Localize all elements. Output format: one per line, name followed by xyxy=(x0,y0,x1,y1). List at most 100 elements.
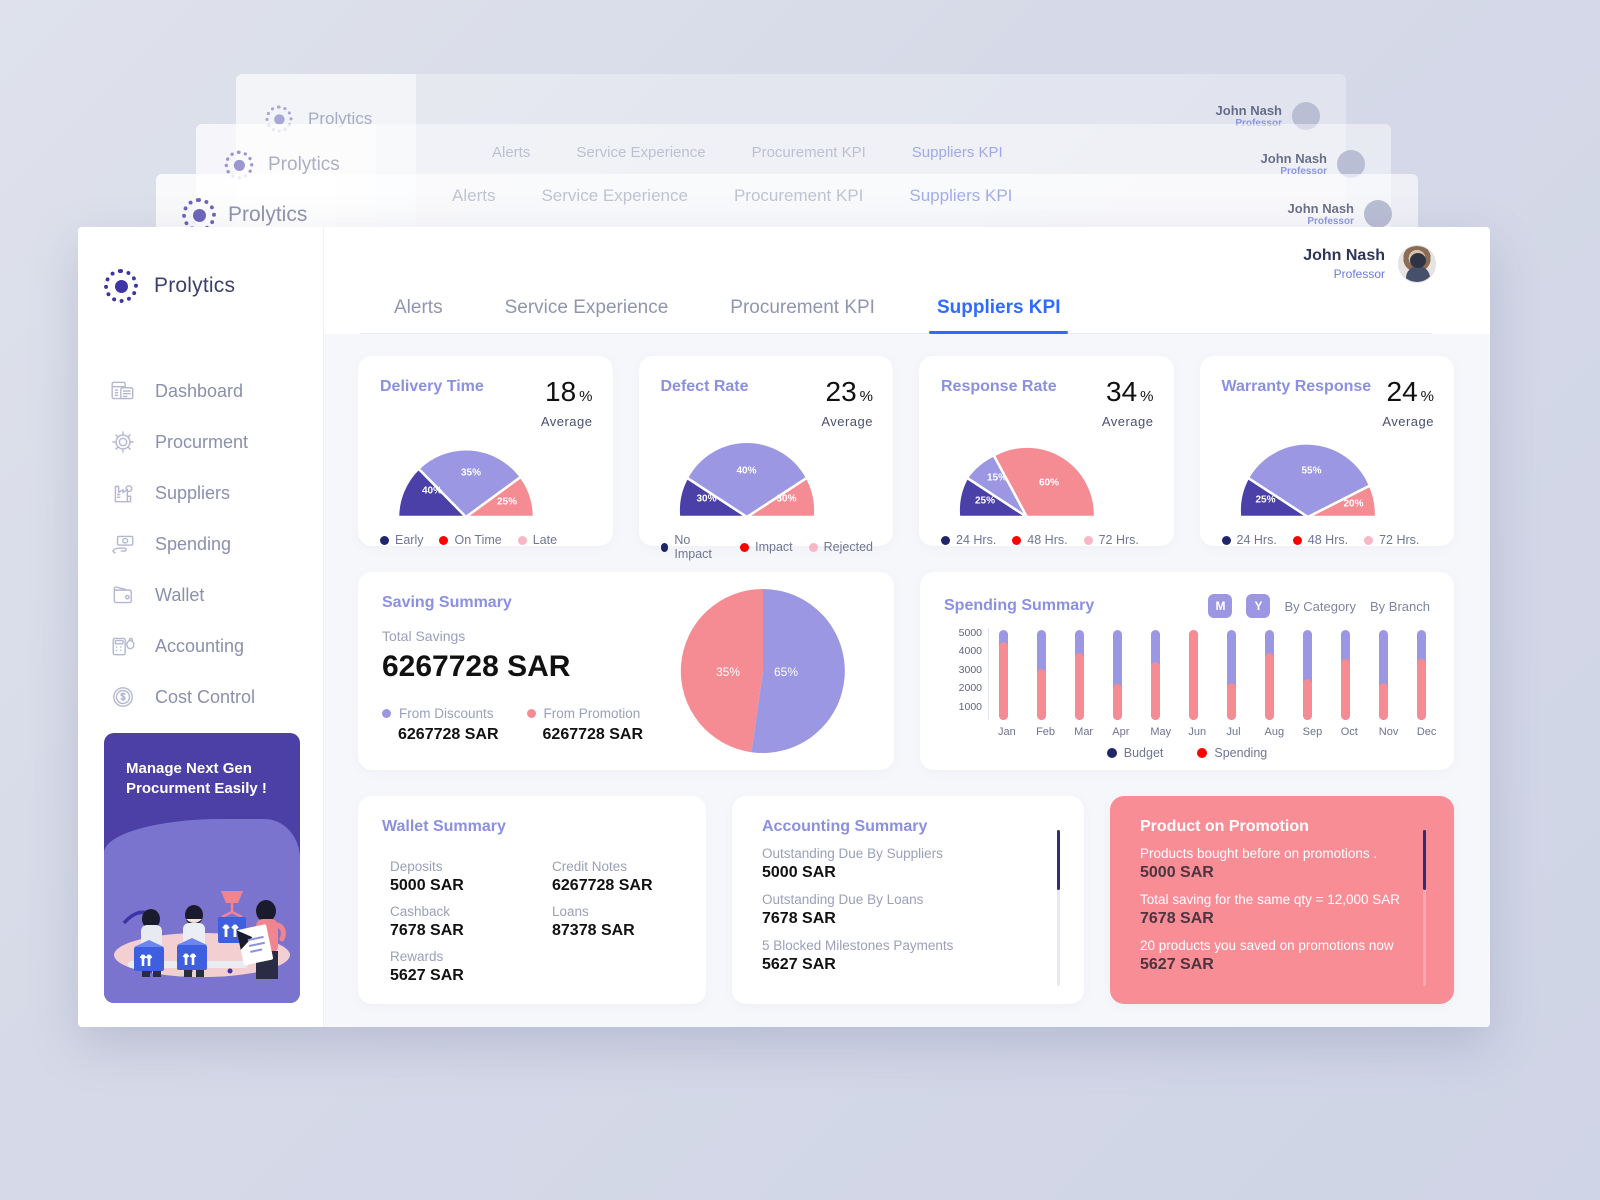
sidebar-item-suppliers[interactable]: Suppliers xyxy=(78,471,323,515)
y-axis: 5000 4000 3000 2000 1000 xyxy=(944,628,988,712)
tab-service-experience[interactable]: Service Experience xyxy=(505,297,669,333)
accounting-value: 7678 SAR xyxy=(762,910,836,927)
promo-line2: Procurment Easily ! xyxy=(126,780,267,798)
semicircle-svg xyxy=(957,445,1097,519)
kpi-legend: 24 Hrs. 48 Hrs. 72 Hrs. xyxy=(941,533,1154,547)
topbar: John Nash Professor xyxy=(324,227,1490,283)
period-toggle-year[interactable]: Y xyxy=(1246,594,1271,618)
avatar[interactable] xyxy=(1398,245,1436,283)
bar-spending xyxy=(1227,682,1236,720)
spending-bar xyxy=(1151,628,1160,720)
ghost-user-name: John Nash xyxy=(1260,151,1327,166)
ghost-avatar xyxy=(1364,200,1392,228)
bar-spending xyxy=(1417,658,1426,720)
kpi-title: Warranty Response xyxy=(1221,378,1372,395)
filter-by-category[interactable]: By Category xyxy=(1284,599,1356,614)
ghost-user: John Nash Professor xyxy=(1288,200,1392,228)
ghost-tab-service: Service Experience xyxy=(576,144,706,161)
legend-dot xyxy=(1197,748,1208,758)
wallet-label: Rewards xyxy=(390,949,444,964)
legend-dot xyxy=(941,535,950,545)
bar-spending xyxy=(1075,652,1084,720)
accounting-value: 5000 SAR xyxy=(762,864,836,881)
sidebar-item-cost-control[interactable]: Cost Control xyxy=(78,675,323,719)
slice-label: 25% xyxy=(496,496,518,508)
promotion-label: 20 products you saved on promotions now xyxy=(1140,938,1394,953)
sidebar-item-dashboard[interactable]: Dashboard xyxy=(78,369,323,413)
slice-label: 15% xyxy=(986,472,1008,484)
brand[interactable]: Prolytics xyxy=(78,257,323,303)
slice-label: 60% xyxy=(1038,477,1060,489)
legend-dot xyxy=(808,542,818,552)
spending-bar xyxy=(1379,628,1388,720)
legend-item: 48 Hrs. xyxy=(1012,533,1068,547)
promotion-value: 5000 SAR xyxy=(1140,864,1214,881)
bar-spending xyxy=(1341,658,1350,720)
promotion-value: 7678 SAR xyxy=(1140,910,1214,927)
scrollbar-thumb[interactable] xyxy=(1057,830,1060,890)
accounting-title: Accounting Summary xyxy=(762,818,928,835)
scrollbar-thumb[interactable] xyxy=(1423,830,1426,890)
spending-bar xyxy=(1113,628,1122,720)
legend-label: Budget xyxy=(1123,746,1164,760)
dashboard-board: Delivery Time 18% Average 40% 35% 25% Ea… xyxy=(324,334,1490,1027)
legend-dot xyxy=(1083,535,1093,545)
legend-item: 72 Hrs. xyxy=(1083,533,1139,547)
breakdown-value: 6267728 SAR xyxy=(398,726,499,743)
accounting-scrollbar[interactable] xyxy=(1057,830,1060,986)
app-window: Prolytics Dashboard Procurment Suppliers… xyxy=(78,227,1490,1027)
tab-procurement-kpi[interactable]: Procurement KPI xyxy=(730,297,875,333)
legend-label: Early xyxy=(395,533,424,547)
ghost-tab-suppliers: Suppliers KPI xyxy=(909,186,1013,205)
breakdown-label: From Promotion xyxy=(543,706,641,721)
kpi-value: 23 xyxy=(825,376,857,407)
accounting-label: Outstanding Due By Suppliers xyxy=(762,846,943,861)
slice-label: 55% xyxy=(1301,465,1322,477)
spending-bar xyxy=(1417,628,1426,720)
sidebar-item-wallet[interactable]: Wallet xyxy=(78,573,323,617)
y-tick: 5000 xyxy=(958,627,982,639)
accounting-summary-card: Accounting Summary Outstanding Due By Su… xyxy=(732,796,1084,1004)
wallet-label: Credit Notes xyxy=(552,859,628,874)
tab-alerts[interactable]: Alerts xyxy=(394,297,443,333)
kpi-title: Defect Rate xyxy=(660,378,749,395)
sidebar-nav: Dashboard Procurment Suppliers Spending … xyxy=(78,369,323,719)
legend-dot xyxy=(1012,535,1022,545)
wallet-value: 7678 SAR xyxy=(390,922,464,939)
sidebar-item-label: Spending xyxy=(155,533,232,554)
x-tick: Dec xyxy=(1416,726,1437,738)
slice-label: 40% xyxy=(421,485,443,497)
legend-dot xyxy=(740,542,750,552)
promo-illustration xyxy=(122,891,286,979)
period-toggle-month[interactable]: M xyxy=(1208,594,1233,618)
sidebar-item-accounting[interactable]: Accounting xyxy=(78,624,323,668)
accounting-label: Outstanding Due By Loans xyxy=(762,892,924,907)
ghost-tab-suppliers: Suppliers KPI xyxy=(911,144,1003,161)
x-tick: Aug xyxy=(1264,726,1285,738)
kpi-unit: % xyxy=(579,388,593,405)
y-tick: 3000 xyxy=(958,663,982,676)
tab-suppliers-kpi[interactable]: Suppliers KPI xyxy=(928,297,1068,334)
sidebar-item-procurment[interactable]: Procurment xyxy=(78,420,323,464)
spending-bar xyxy=(1075,628,1084,720)
wallet-label: Deposits xyxy=(390,859,443,874)
factory-icon xyxy=(114,485,133,503)
wallet-label: Loans xyxy=(552,904,589,919)
spending-bar xyxy=(1227,628,1236,720)
bar-spending xyxy=(1189,629,1198,720)
sidebar-promo-card[interactable]: Manage Next Gen Procurment Easily ! xyxy=(104,733,300,1003)
wallet-value: 5627 SAR xyxy=(390,967,464,984)
sidebar-item-spending[interactable]: Spending xyxy=(78,522,323,566)
kpi-value: 34 xyxy=(1106,376,1138,407)
legend-label: 72 Hrs. xyxy=(1379,533,1420,547)
slice-label: 40% xyxy=(736,465,757,477)
promotion-scrollbar[interactable] xyxy=(1423,830,1426,986)
kpi-title: Response Rate xyxy=(941,378,1057,395)
user-profile[interactable]: John Nash Professor xyxy=(1303,245,1436,283)
semicircle-chart-delivery-time: 40% 35% 25% xyxy=(394,445,538,519)
legend-label: Spending xyxy=(1214,746,1268,760)
x-tick: Sep xyxy=(1302,726,1323,738)
legend-label: 48 Hrs. xyxy=(1307,533,1349,547)
filter-by-branch[interactable]: By Branch xyxy=(1370,599,1430,614)
dollar-coin-icon xyxy=(113,687,133,707)
